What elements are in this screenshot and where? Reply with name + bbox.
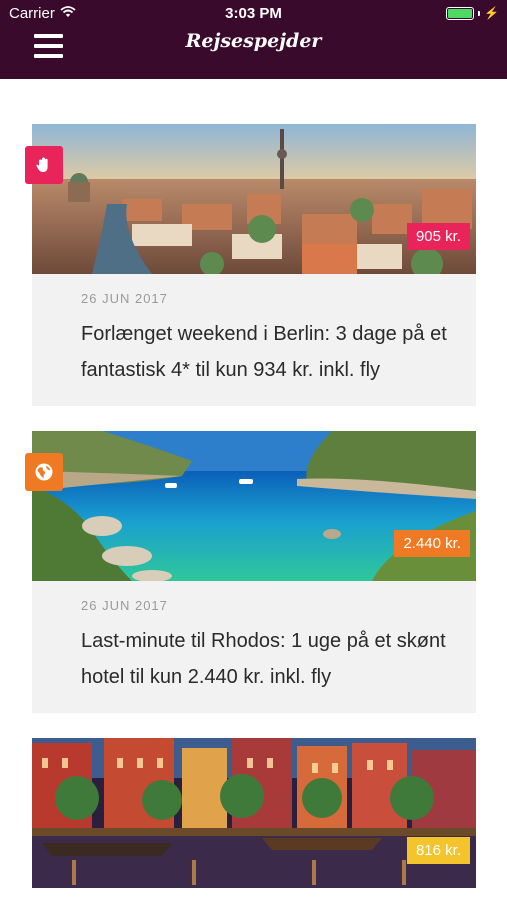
- deal-date: 26 JUN 2017: [81, 291, 168, 306]
- globe-icon: [35, 463, 53, 481]
- battery-tip: [478, 10, 481, 16]
- status-bar: Carrier 3:03 PM ⚡: [0, 0, 507, 26]
- deal-image-rhodos: 2.440 kr.: [32, 431, 476, 581]
- deal-title[interactable]: Last-minute til Rhodos: 1 uge på et skøn…: [81, 623, 456, 695]
- deal-image-berlin: 905 kr.: [32, 124, 476, 274]
- deal-card-rhodos[interactable]: 2.440 kr. 26 JUN 2017 Last-minute til Rh…: [25, 431, 476, 713]
- charging-icon: ⚡: [484, 6, 499, 20]
- price-tag: 816 kr.: [406, 837, 470, 864]
- deal-card-berlin[interactable]: 905 kr. 26 JUN 2017 Forlænget weekend i …: [25, 124, 476, 406]
- status-right: ⚡: [446, 6, 499, 20]
- clock: 3:03 PM: [225, 5, 282, 22]
- deal-meta: 26 JUN 2017 Last-minute til Rhodos: 1 ug…: [32, 581, 476, 713]
- deal-meta: 26 JUN 2017 Forlænget weekend i Berlin: …: [32, 274, 476, 406]
- price-tag: 905 kr.: [406, 223, 470, 250]
- deal-card-copenhagen[interactable]: 816 kr.: [32, 738, 476, 888]
- app-header: Rejsespejder: [0, 26, 507, 79]
- deal-title[interactable]: Forlænget weekend i Berlin: 3 dage på et…: [81, 316, 456, 388]
- battery-icon: [446, 6, 475, 20]
- deals-feed[interactable]: 905 kr. 26 JUN 2017 Forlænget weekend i …: [0, 79, 507, 900]
- category-badge: [25, 453, 63, 491]
- price-tag: 2.440 kr.: [394, 530, 470, 557]
- category-badge: [25, 146, 63, 184]
- hand-icon: [36, 157, 48, 172]
- deal-date: 26 JUN 2017: [81, 598, 168, 613]
- deal-image-copenhagen: 816 kr.: [32, 738, 476, 888]
- app-title: Rejsespejder: [185, 30, 322, 52]
